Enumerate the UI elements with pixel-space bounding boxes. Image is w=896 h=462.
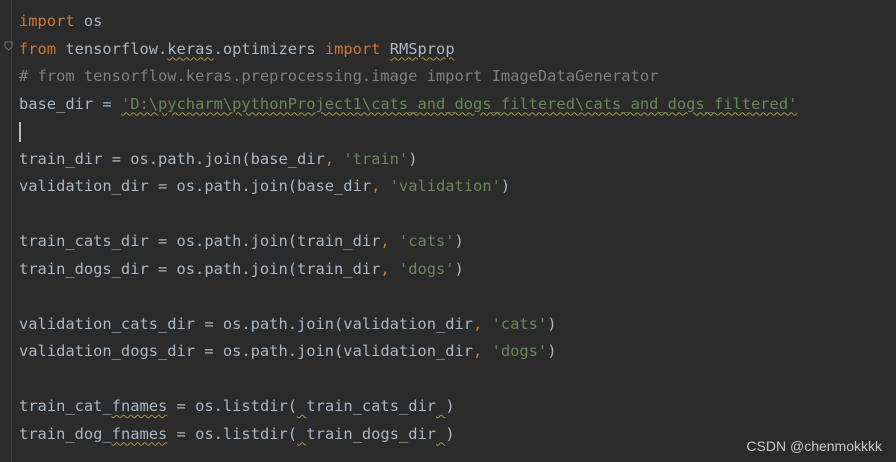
code-token: validation_cats_dir = os.path.join(valid… [19,314,474,333]
code-line[interactable]: import os [19,8,896,36]
code-line[interactable] [19,201,896,229]
code-editor[interactable]: import os from tensorflow.keras.optimizer… [0,0,896,462]
keyword-token: import [324,39,381,58]
code-line[interactable]: # from tensorflow.keras.preprocessing.im… [19,63,896,91]
keyword-token: , [371,177,390,195]
code-token: ) [500,177,511,195]
code-token: train_dogs_dir [306,424,437,443]
code-token: keras [167,39,214,58]
code-line[interactable]: validation_dogs_dir = os.path.join(valid… [19,338,896,366]
gutter-divider [11,0,12,462]
keyword-token: , [324,149,344,168]
code-token: train_dog_ [19,424,112,443]
code-token: train_cats_dir = os.path.join(train_dir [19,232,381,250]
code-token: base_dir = [19,94,121,113]
string-token: 'dogs' [491,342,548,360]
watermark-text: CSDN @chenmokkkk [746,438,882,454]
code-line[interactable]: train_dir = os.path.join(base_dir, 'trai… [19,146,896,174]
code-token: ) [408,149,418,168]
code-token: validation_dir = os.path.join(base_dir [19,177,372,195]
code-token: validation_dogs_dir = os.path.join(valid… [19,342,474,360]
string-token: 'cats' [398,232,455,250]
code-token: train_dogs_dir = os.path.join(train_dir [19,259,381,278]
code-token: tensorflow. [56,39,168,58]
keyword-token: , [473,342,492,360]
code-area[interactable]: import os from tensorflow.keras.optimizer… [19,8,896,448]
code-token: RMSprop [389,39,455,58]
code-token: fnames [111,424,168,443]
keyword-token: from [19,39,57,58]
code-line[interactable]: train_dogs_dir = os.path.join(train_dir,… [19,256,896,284]
code-token: = os.listdir( [167,424,298,443]
code-line[interactable]: validation_dir = os.path.join(base_dir, … [19,173,896,201]
code-token: ) [547,342,557,360]
code-line[interactable]: from tensorflow.keras.optimizers import … [19,36,896,64]
keyword-token: import [19,12,75,30]
code-token: ) [547,314,557,333]
code-line[interactable] [19,118,896,146]
code-line[interactable]: validation_cats_dir = os.path.join(valid… [19,311,896,339]
text-caret [19,121,21,142]
code-token: ) [454,232,464,250]
keyword-token: , [380,259,399,278]
keyword-token: , [473,314,492,333]
string-token: 'dogs' [398,259,455,278]
comment-token: # from tensorflow.keras.preprocessing.im… [19,67,659,85]
code-line[interactable]: train_cat_fnames = os.listdir( train_cat… [19,393,896,421]
code-token: ) [454,259,464,278]
code-token: train_cats_dir [306,397,437,415]
code-line[interactable]: base_dir = 'D:\pycharm\pythonProject1\ca… [19,91,896,119]
code-token: os [74,12,103,30]
code-token: .optimizers [213,39,325,58]
code-token: ) [445,424,455,443]
code-line[interactable]: train_cats_dir = os.path.join(train_dir,… [19,228,896,256]
code-line[interactable] [19,366,896,394]
code-token: = os.listdir( [167,397,298,415]
code-token: ) [445,397,455,415]
string-token: 'cats' [491,314,548,333]
string-token: 'train' [343,149,409,168]
code-token: train_dir = os.path.join(base_dir [19,149,325,168]
code-line[interactable] [19,283,896,311]
code-token: fnames [111,397,168,415]
code-token: train_cat_ [19,397,112,415]
string-token: 'validation' [389,177,501,195]
fold-marker-icon[interactable] [4,41,13,51]
keyword-token: , [380,232,399,250]
string-token: 'D:\pycharm\pythonProject1\cats_and_dogs… [120,94,798,113]
